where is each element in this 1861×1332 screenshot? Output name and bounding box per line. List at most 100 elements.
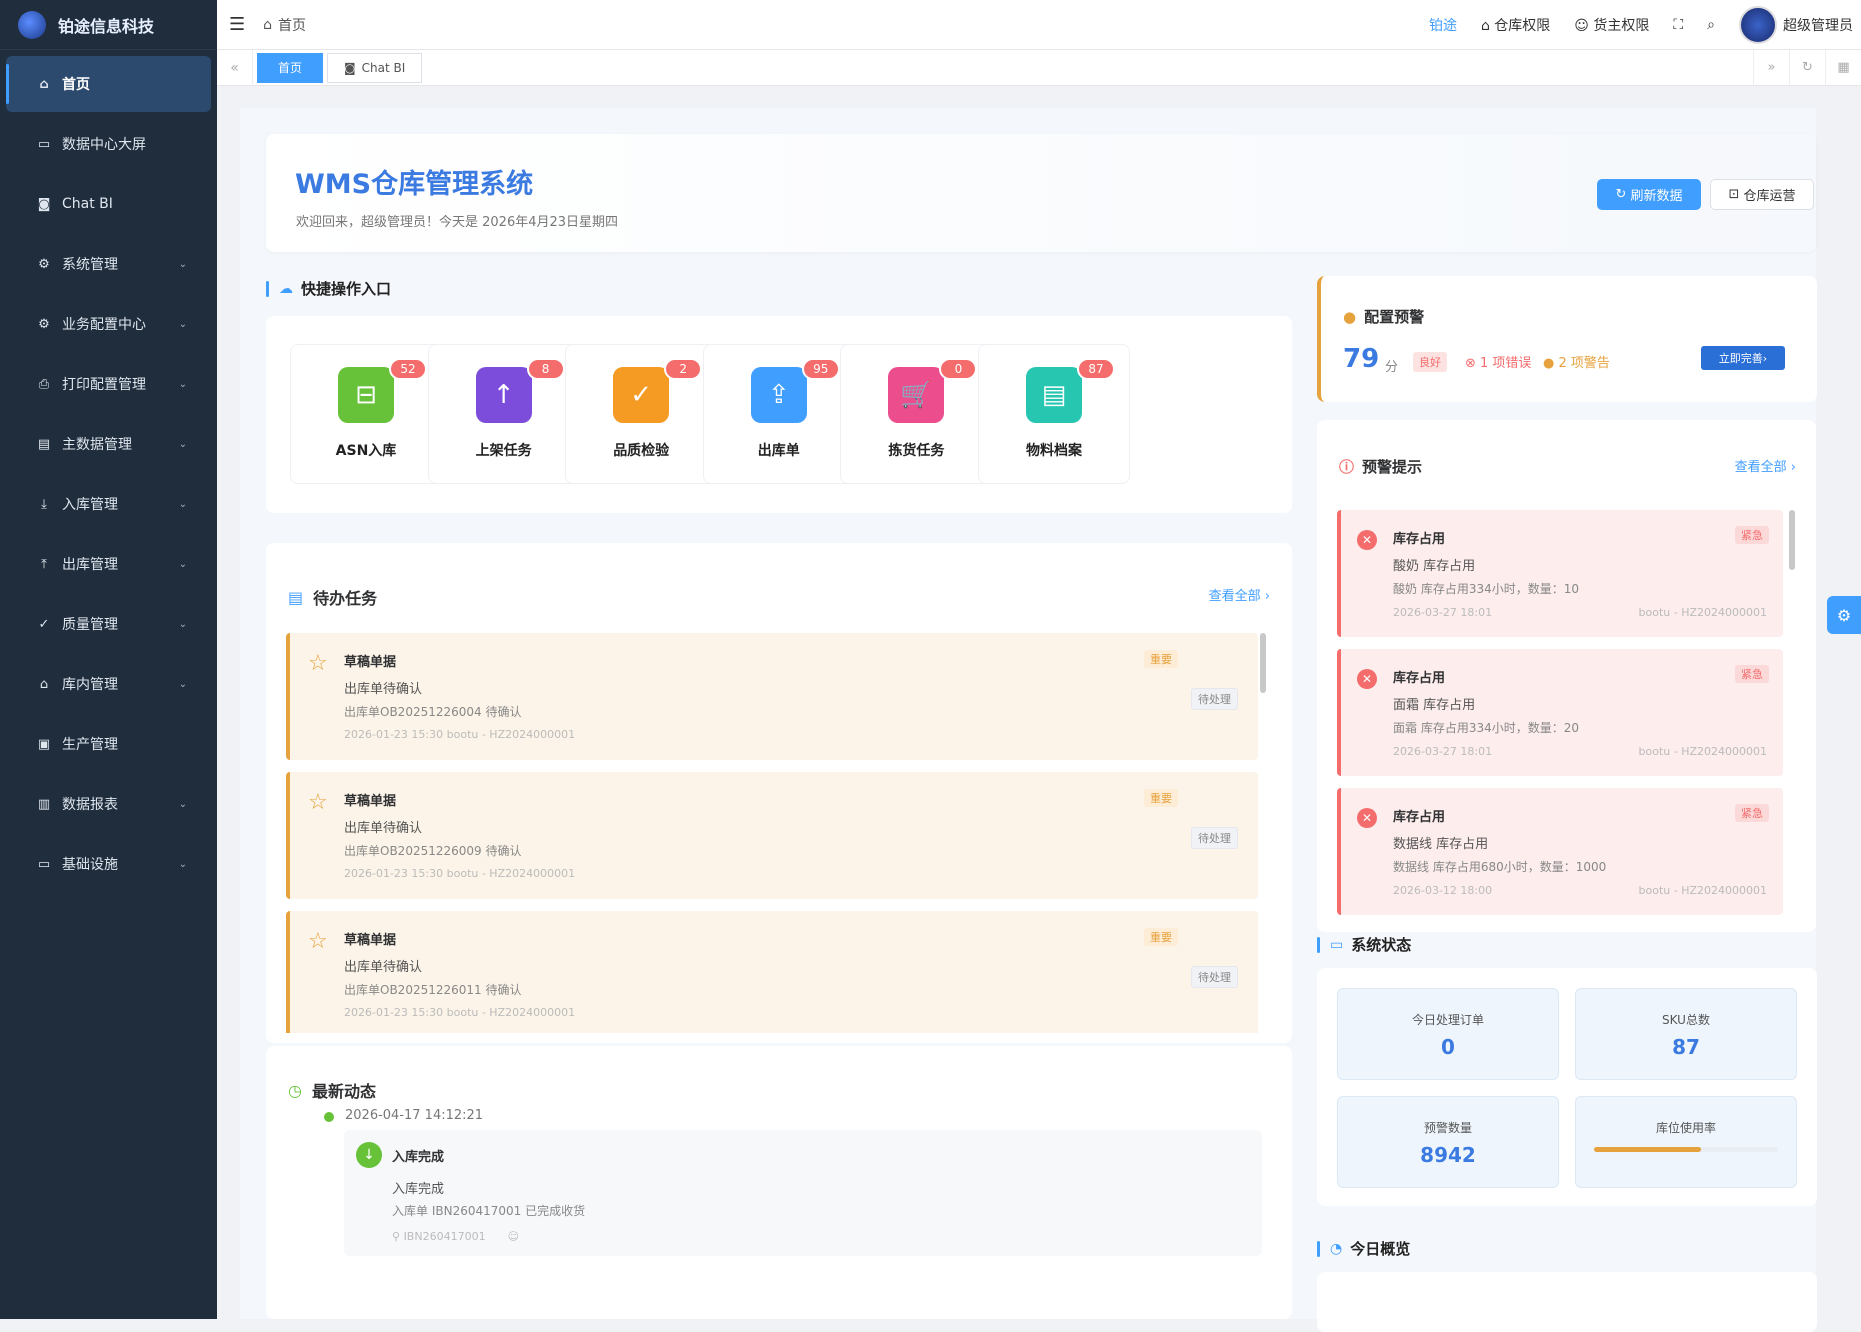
news-ref-label: IBN260417001 (403, 1230, 486, 1243)
monitor-icon: ▭ (37, 856, 51, 872)
star-icon[interactable]: ☆ (308, 929, 328, 954)
fix-now-button[interactable]: 立即完善 › (1701, 346, 1785, 370)
sidebar-item-2[interactable]: ◙ Chat BI (6, 174, 211, 234)
alert-item[interactable]: ✕ 库存占用 面霜 库存占用 面霜 库存占用334小时，数量：20 2026-03-27… (1337, 649, 1783, 776)
fullscreen-icon[interactable]: ⛶ (1673, 17, 1683, 33)
sidebar-item-13[interactable]: ▭ 基础设施 ⌄ (6, 834, 211, 894)
welcome-card: WMS仓库管理系统 欢迎回来，超级管理员！今天是 2026年4月23日星期四 ↻… (266, 134, 1816, 252)
sidebar-item-label: Chat BI (62, 196, 113, 212)
sidebar-item-5[interactable]: ⎙ 打印配置管理 ⌄ (6, 354, 211, 414)
todo-item[interactable]: ☆ 草稿单据 出库单待确认 出库单OB20251226004 待确认 2026-01-2… (286, 633, 1258, 760)
quick-item-material[interactable]: ▤ 87 物料档案 (978, 344, 1130, 484)
section-bar (1317, 1240, 1320, 1257)
alert-item[interactable]: ✕ 库存占用 酸奶 库存占用 酸奶 库存占用334小时，数量：10 2026-03-27… (1337, 510, 1783, 637)
alerts-scrollbar[interactable] (1789, 510, 1795, 570)
material-icon: ▤ (1026, 367, 1082, 423)
tab-home[interactable]: 首页 (257, 52, 324, 83)
grid-icon[interactable]: ▦ (1825, 49, 1861, 86)
todo-item[interactable]: ☆ 草稿单据 出库单待确认 出库单OB20251226011 待确认 2026-01-2… (286, 911, 1258, 1033)
monitor-icon: ▭ (1330, 936, 1344, 953)
quick-item-asn-inbound[interactable]: ⊟ 52 ASN入库 (290, 344, 442, 484)
tabs-scroll-left-icon[interactable]: « (217, 49, 253, 86)
quick-item-badge: 0 (939, 358, 978, 380)
todo-item-status: 待处理 (1191, 688, 1238, 710)
stat-sku-label: SKU总数 (1662, 1013, 1710, 1027)
user-menu[interactable]: 超级管理员 (1739, 5, 1853, 44)
todo-item-meta: 2026-01-23 15:30 bootu - HZ2024000001 (344, 867, 576, 880)
owner-perm-label: 货主权限 (1593, 17, 1650, 34)
refresh-data-button[interactable]: ↻ 刷新数据 (1597, 179, 1701, 210)
user-name: 超级管理员 (1783, 17, 1853, 34)
todo-list[interactable]: ☆ 草稿单据 出库单待确认 出库单OB20251226004 待确认 2026-01-2… (286, 633, 1268, 1033)
today-section-title: ◔ 今日概览 (1317, 1238, 1410, 1259)
tabs-scroll-right-icon[interactable]: » (1753, 49, 1789, 86)
config-errors-label: 1 项错误 (1480, 356, 1532, 371)
sidebar-item-label: 基础设施 (62, 857, 118, 873)
quick-item-badge: 8 (526, 358, 565, 380)
alert-item-owner: bootu - HZ2024000001 (1638, 745, 1767, 758)
sidebar-item-7[interactable]: ⤓ 入库管理 ⌄ (6, 474, 211, 534)
brand[interactable]: 铂途信息科技 (0, 0, 217, 50)
quick-actions-card: ⊟ 52 ASN入库 ↑ 8 上架任务 ✓ 2 品质检验 ⇪ 95 出库单 🛒 0 拣货任务 ▤ 87 物料档案 (266, 316, 1292, 513)
todo-view-all-link[interactable]: 查看全部 › (1209, 585, 1270, 604)
section-bar (1317, 936, 1320, 953)
refresh-data-label: 刷新数据 (1630, 189, 1683, 204)
sidebar-item-12[interactable]: ▥ 数据报表 ⌄ (6, 774, 211, 834)
alerts-list[interactable]: ✕ 库存占用 酸奶 库存占用 酸奶 库存占用334小时，数量：10 2026-03-27… (1337, 510, 1797, 916)
news-item[interactable]: ↓ 入库完成 入库完成 入库单 IBN260417001 已完成收货 ⚲ IBN… (344, 1130, 1262, 1256)
owner-perm-button[interactable]: ☺ 货主权限 (1574, 15, 1649, 35)
chart-icon: ▥ (37, 796, 51, 812)
config-score: 79 (1343, 344, 1380, 374)
star-icon[interactable]: ☆ (308, 790, 328, 815)
topbar: ☰ ⌂ 首页 铂途 ⌂ 仓库权限 ☺ 货主权限 ⛶ ⌕ 超级管理员 (217, 0, 1861, 50)
alert-item-detail: 酸奶 库存占用334小时，数量：10 (1393, 582, 1579, 596)
quick-item-outbound[interactable]: ⇪ 95 出库单 (702, 344, 855, 484)
alert-item[interactable]: ✕ 库存占用 数据线 库存占用 数据线 库存占用680小时，数量：1000 2026-0… (1337, 788, 1783, 915)
quality-icon: ✓ (613, 367, 670, 423)
quick-item-picking[interactable]: 🛒 0 拣货任务 (840, 344, 993, 484)
tab-chat-bi[interactable]: ◙ Chat BI (327, 52, 423, 83)
sidebar-item-11[interactable]: ▣ 生产管理 (6, 714, 211, 774)
quick-item-putaway[interactable]: ↑ 8 上架任务 (427, 344, 580, 484)
sidebar-item-6[interactable]: ▤ 主数据管理 ⌄ (6, 414, 211, 474)
todo-item[interactable]: ☆ 草稿单据 出库单待确认 出库单OB20251226009 待确认 2026-01-2… (286, 772, 1258, 899)
warehouse-ops-button[interactable]: ⊡ 仓库运营 (1710, 179, 1814, 210)
chevron-down-icon: ⌄ (178, 318, 187, 330)
chevron-down-icon: ⌄ (178, 258, 187, 270)
sidebar-item-1[interactable]: ▭ 数据中心大屏 (6, 114, 211, 174)
warehouse-perm-label: 仓库权限 (1494, 17, 1551, 34)
sidebar-item-label: 首页 (62, 77, 90, 93)
stat-usage-label: 库位使用率 (1655, 1121, 1716, 1135)
star-icon[interactable]: ☆ (308, 651, 328, 676)
quick-item-quality[interactable]: ✓ 2 品质检验 (565, 344, 718, 484)
download-icon: ↓ (356, 1142, 382, 1168)
alert-item-title: 库存占用 (1393, 532, 1446, 547)
alerts-view-all-link[interactable]: 查看全部 › (1735, 456, 1796, 475)
settings-gear-icon[interactable]: ⚙ (1827, 596, 1861, 634)
breadcrumb-home[interactable]: 首页 (278, 15, 306, 35)
todo-card: ▤ 待办任务 查看全部 › ☆ 草稿单据 出库单待确认 出库单OB20251226004… (266, 543, 1292, 1043)
briefcase-icon: ▣ (37, 736, 51, 752)
sidebar-item-4[interactable]: ⚙ 业务配置中心 ⌄ (6, 294, 211, 354)
refresh-icon[interactable]: ↻ (1789, 49, 1825, 86)
sidebar-item-10[interactable]: ⌂ 库内管理 ⌄ (6, 654, 211, 714)
hamburger-icon[interactable]: ☰ (229, 14, 245, 35)
sidebar-item-3[interactable]: ⚙ 系统管理 ⌄ (6, 234, 211, 294)
sidebar-item-8[interactable]: ⤒ 出库管理 ⌄ (6, 534, 211, 594)
alert-item-time: 2026-03-12 18:00 (1393, 884, 1493, 897)
quick-item-label: 出库单 (757, 443, 800, 459)
system-title: 系统状态 (1351, 936, 1412, 954)
config-warning-card: ● 配置预警 79 分 良好 ⊗ 1 项错误 ● 2 项警告 立即完善 › (1317, 276, 1817, 402)
home-icon: ⌂ (39, 76, 49, 92)
download-icon: ⤓ (41, 496, 47, 512)
sidebar-item-9[interactable]: ✓ 质量管理 ⌄ (6, 594, 211, 654)
search-icon[interactable]: ⌕ (1707, 17, 1715, 33)
usage-progress-fill (1594, 1147, 1701, 1152)
quick-item-label: 物料档案 (1026, 443, 1082, 459)
warehouse-perm-button[interactable]: ⌂ 仓库权限 (1481, 15, 1550, 35)
stat-usage: 库位使用率 (1575, 1096, 1797, 1188)
company-switch[interactable]: 铂途 (1429, 15, 1457, 35)
sidebar-item-0[interactable]: ⌂ 首页 (6, 56, 211, 112)
todo-scrollbar[interactable] (1260, 633, 1266, 693)
sidebar-item-label: 生产管理 (62, 737, 118, 753)
